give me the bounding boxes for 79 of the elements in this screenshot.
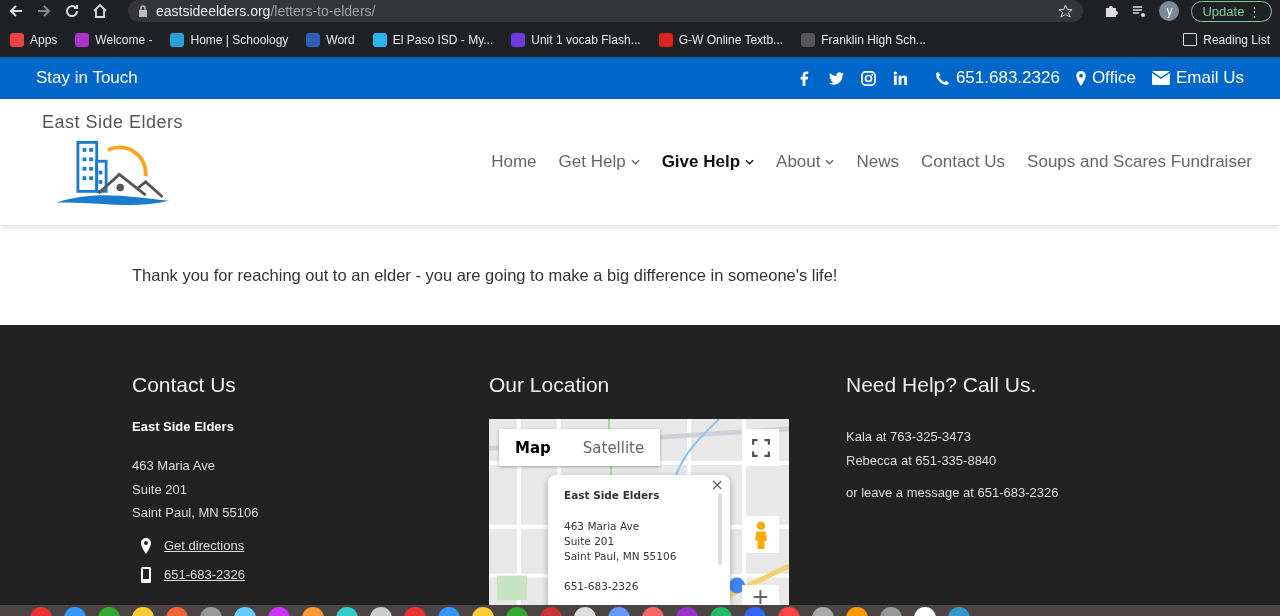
bookmark[interactable]: Unit 1 vocab Flash... — [511, 32, 641, 47]
lock-icon — [138, 5, 148, 17]
chevron-down-icon — [745, 159, 755, 165]
app-icon[interactable] — [370, 607, 392, 616]
reload-icon[interactable] — [64, 3, 80, 19]
logo-text[interactable]: East Side Elders — [42, 111, 184, 133]
map-pin-icon — [1075, 70, 1086, 86]
phone-link[interactable]: 651-683-2326 — [164, 567, 245, 582]
address-line: 463 Maria Ave — [132, 457, 216, 475]
app-icon[interactable] — [336, 607, 358, 616]
back-icon[interactable] — [8, 3, 24, 19]
address-line: Suite 201 — [132, 480, 188, 499]
thank-you-message: Thank you for reaching out to an elder - you are going to make a big difference in someone's life! — [132, 265, 838, 285]
chevron-down-icon — [825, 159, 835, 165]
app-icon[interactable] — [132, 607, 154, 616]
nav-link[interactable]: Home — [491, 152, 537, 172]
puzzle-icon[interactable] — [1103, 3, 1120, 19]
address-bar[interactable]: eastsideelders.org/letters-to-elders/ — [128, 0, 1084, 22]
mobile-phone-icon — [140, 566, 152, 583]
reading-list[interactable]: Reading List — [1183, 32, 1270, 47]
person-icon — [753, 520, 768, 549]
nav-link[interactable]: Give Help — [661, 152, 755, 172]
info-address-line: Saint Paul, MN 55106 — [564, 549, 678, 564]
bookmark[interactable]: Apps — [10, 32, 58, 47]
chevron-down-icon — [630, 159, 640, 165]
app-icon[interactable] — [574, 607, 596, 616]
app-icon[interactable] — [234, 607, 256, 616]
linkedin-icon[interactable] — [892, 70, 908, 86]
playlist-icon[interactable] — [1131, 3, 1148, 19]
contact-line: Rebecca at 651-335-8840 — [846, 451, 998, 470]
info-phone: 651-683-2326 — [564, 580, 640, 592]
info-address-line: 463 Maria Ave — [564, 519, 641, 534]
star-icon[interactable] — [1058, 3, 1074, 19]
bookmark[interactable]: G-W Online Textb... — [658, 32, 784, 47]
bookmark[interactable]: Franklin High Sch... — [801, 32, 926, 47]
app-icon[interactable] — [812, 607, 834, 616]
home-icon[interactable] — [92, 3, 108, 19]
nav-link[interactable]: About — [776, 152, 835, 172]
email-link[interactable]: Email Us — [1176, 68, 1244, 88]
app-icon[interactable] — [914, 607, 936, 616]
address-line: Saint Paul, MN 55106 — [132, 504, 260, 522]
twitter-icon[interactable] — [828, 70, 844, 86]
contact-line: Kala at 763-325-3473 — [846, 428, 973, 446]
bookmark[interactable]: Word — [306, 32, 355, 47]
bookmark[interactable]: Home | Schoology — [170, 32, 289, 47]
app-icon[interactable] — [710, 607, 732, 616]
column-heading: Need Help? Call Us. — [846, 373, 1038, 397]
envelope-icon — [1152, 71, 1170, 85]
phone-link[interactable]: 651.683.2326 — [955, 68, 1060, 88]
bookmark[interactable]: Welcome - — [75, 32, 153, 47]
message-note: or leave a message at 651-683-2326 — [846, 485, 1060, 500]
map-type-tab[interactable]: Map — [499, 429, 567, 466]
nav-link[interactable]: Get Help — [558, 152, 640, 172]
map-pin-icon — [140, 537, 152, 554]
bookmark[interactable]: El Paso ISD - My... — [372, 32, 494, 47]
directions-link[interactable]: Get directions — [164, 538, 245, 553]
forward-icon[interactable] — [36, 3, 52, 19]
zoom-in-button[interactable]: + — [742, 585, 779, 605]
fullscreen-icon — [751, 438, 770, 457]
app-icon[interactable] — [302, 607, 324, 616]
fullscreen-button[interactable] — [742, 429, 779, 466]
url-text: eastsideelders.org/letters-to-elders/ — [156, 3, 377, 19]
nav-link[interactable]: Contact Us — [921, 152, 1006, 172]
phone-icon — [934, 70, 950, 86]
app-icon[interactable] — [472, 607, 494, 616]
nav-link[interactable]: Soups and Scares Fundraiser — [1027, 152, 1252, 172]
instagram-icon[interactable] — [860, 70, 876, 86]
app-icon[interactable] — [846, 607, 868, 616]
map-type-tab[interactable]: Satellite — [566, 429, 661, 466]
organization-name: East Side Elders — [132, 419, 235, 434]
info-title: East Side Elders — [564, 489, 661, 501]
column-heading: Contact Us — [132, 373, 237, 397]
profile-avatar[interactable]: y — [1159, 1, 1180, 21]
nav-link[interactable]: News — [856, 152, 899, 172]
close-button[interactable]: × — [710, 475, 724, 494]
office-link[interactable]: Office — [1091, 68, 1136, 88]
column-heading: Our Location — [489, 373, 611, 397]
info-address-line: Suite 201 — [564, 534, 616, 549]
top-bar-title: Stay in Touch — [36, 68, 138, 88]
